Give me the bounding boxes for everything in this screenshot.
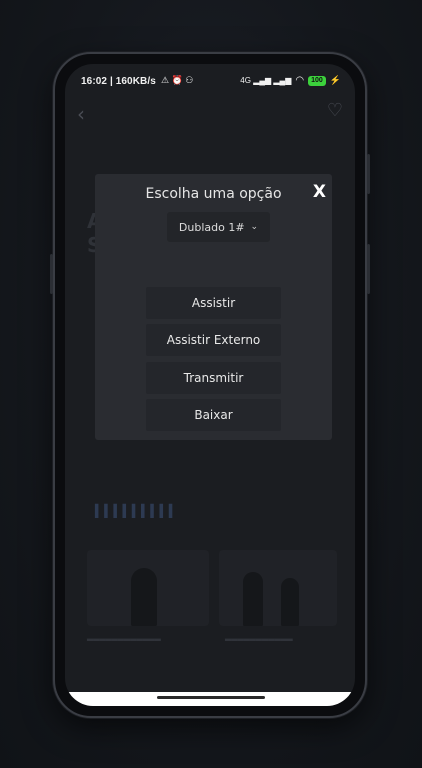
status-time: 16:02 | 160KB/s xyxy=(81,76,156,87)
close-icon[interactable]: X xyxy=(313,182,326,202)
dialog-title: Escolha uma opção xyxy=(145,186,282,202)
power-button xyxy=(367,244,370,294)
thumbnail-caption: ▂▂▂▂▂▂▂▂▂▂▂▂ xyxy=(87,632,161,641)
background-section-title: ▍▍▍▍▍▍▍▍▍ xyxy=(95,504,179,518)
status-right: 4G ▂▄▆ ▂▄▆ ◠ 100 ⚡ xyxy=(240,75,341,86)
thumbnail-figure xyxy=(131,568,157,626)
charging-icon: ⚡ xyxy=(329,75,341,85)
battery-icon: 100 xyxy=(308,75,326,86)
background-thumbnail[interactable] xyxy=(219,550,337,626)
back-arrow-icon[interactable]: ‹ xyxy=(77,102,85,126)
choose-option-dialog: Escolha uma opção X Dublado 1# ⌄ Assisti… xyxy=(95,174,332,440)
watch-button[interactable]: Assistir xyxy=(146,287,281,319)
screen: ‹ ♡ AS ▍▍▍▍▍▍▍▍▍ ▂▂▂▂▂▂▂▂▂▂▂▂ ▂▂▂▂▂▂▂▂▂▂… xyxy=(65,64,355,706)
status-bar: 16:02 | 160KB/s ⚠ ⏰ ⚇ 4G ▂▄▆ ▂▄▆ ◠ 100 ⚡ xyxy=(65,64,355,94)
home-handle[interactable] xyxy=(157,696,265,699)
signal-icon: 4G ▂▄▆ ▂▄▆ xyxy=(240,76,292,85)
side-button-left xyxy=(50,254,53,294)
phone-frame: ‹ ♡ AS ▍▍▍▍▍▍▍▍▍ ▂▂▂▂▂▂▂▂▂▂▂▂ ▂▂▂▂▂▂▂▂▂▂… xyxy=(50,52,370,718)
thumbnail-figure xyxy=(281,578,299,626)
thumbnail-figure xyxy=(243,572,263,626)
watch-external-button[interactable]: Assistir Externo xyxy=(146,324,281,356)
chevron-down-icon: ⌄ xyxy=(250,222,259,232)
volume-button xyxy=(367,154,370,194)
cast-button[interactable]: Transmitir xyxy=(146,362,281,394)
download-button[interactable]: Baixar xyxy=(146,399,281,431)
wifi-icon: ◠ xyxy=(295,75,305,86)
audio-select[interactable]: Dublado 1# ⌄ xyxy=(167,212,270,242)
background-thumbnail[interactable] xyxy=(87,550,209,626)
thumbnail-caption: ▂▂▂▂▂▂▂▂▂▂▂ xyxy=(225,632,293,641)
heart-icon[interactable]: ♡ xyxy=(327,100,343,121)
navigation-bar xyxy=(65,692,355,706)
status-indicators: ⚠ ⏰ ⚇ xyxy=(161,75,194,85)
audio-select-value: Dublado 1# xyxy=(178,220,245,234)
